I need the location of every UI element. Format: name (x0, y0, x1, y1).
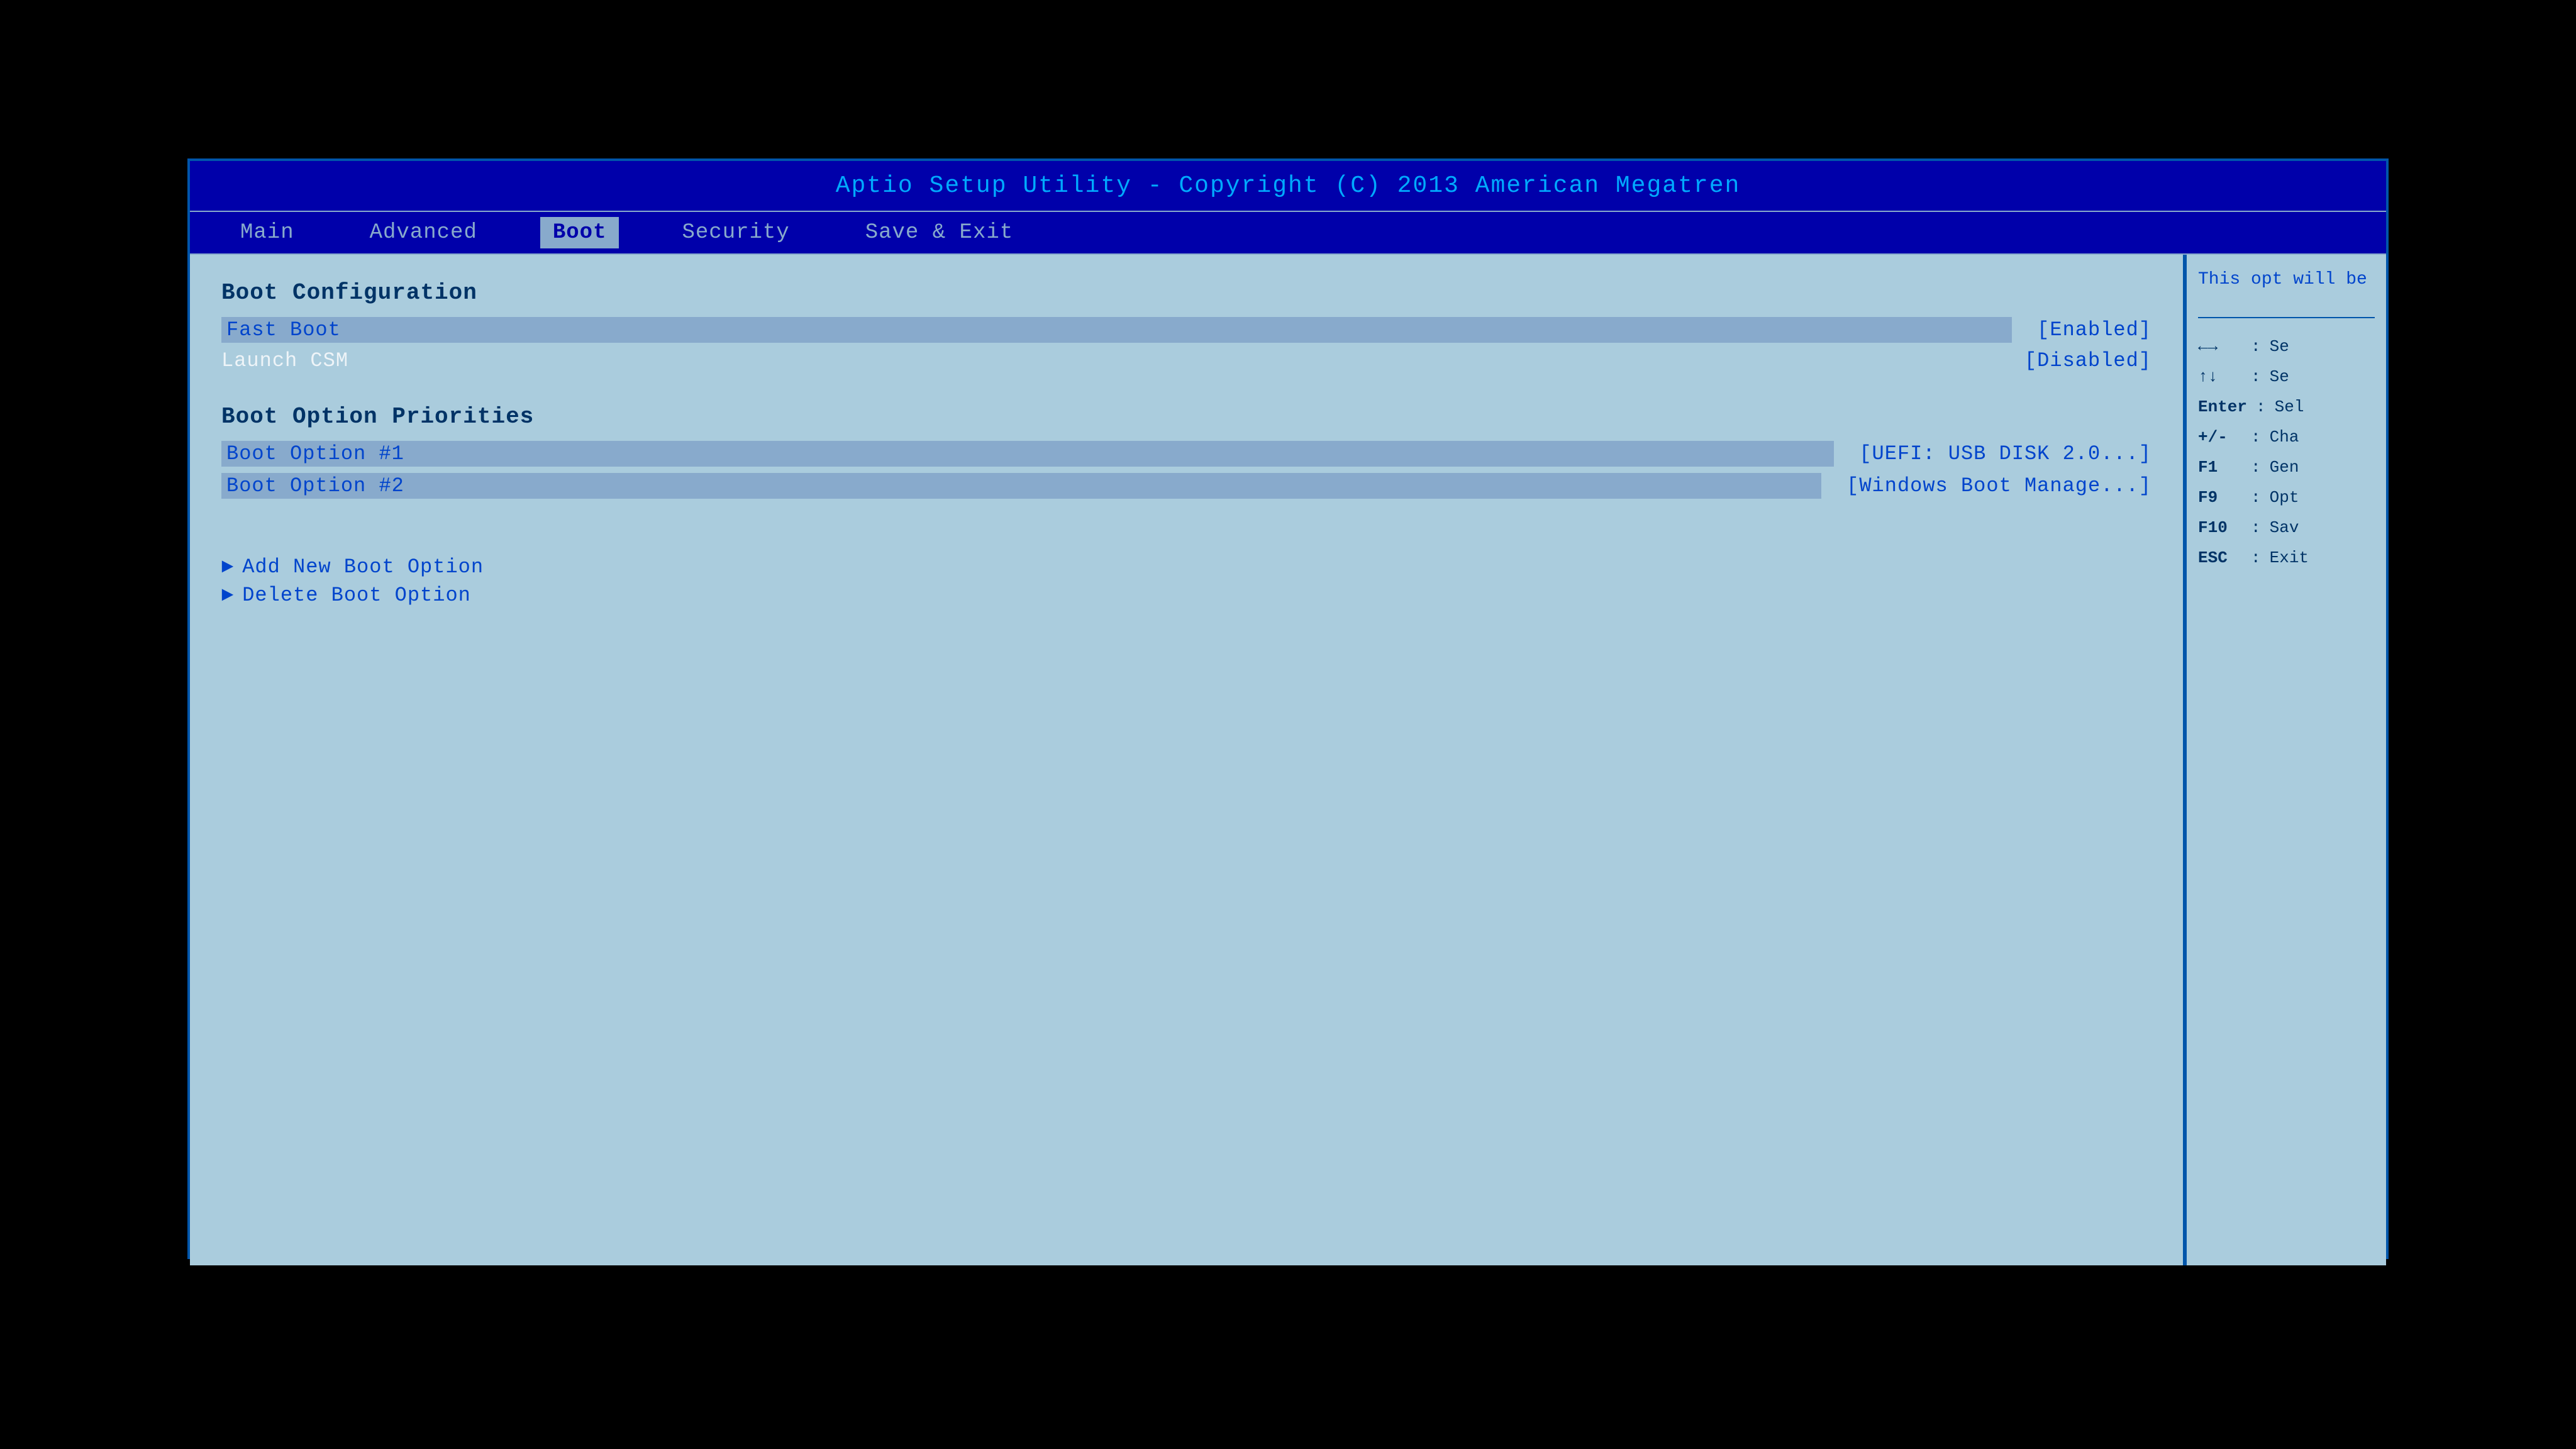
legend-row-1: ↑↓ : Se (2198, 367, 2375, 386)
boot-option2-row: Boot Option #2 [Windows Boot Manage...] (221, 473, 2151, 499)
gap3 (221, 530, 2151, 555)
legend-row-3: +/- : Cha (2198, 428, 2375, 447)
legend-sep-2: : (2256, 397, 2266, 416)
delete-boot-item[interactable]: ► Delete Boot Option (221, 584, 2151, 607)
help-text: This opt will be (2198, 267, 2375, 292)
section2-heading: Boot Option Priorities (221, 404, 2151, 430)
content-area: Boot Configuration Fast Boot [Enabled] L… (190, 255, 2386, 1265)
legend-key-3: +/- (2198, 428, 2242, 447)
right-panel-divider (2198, 317, 2375, 318)
legend-sep-5: : (2251, 488, 2261, 507)
launch-csm-value: [Disabled] (2024, 349, 2151, 372)
fast-boot-row: Fast Boot [Enabled] (221, 317, 2151, 343)
legend-row-7: ESC : Exit (2198, 548, 2375, 567)
legend-key-5: F9 (2198, 488, 2242, 507)
nav-tabs: Main Advanced Boot Security Save & Exit (190, 212, 2386, 255)
boot-option1-label[interactable]: Boot Option #1 (221, 441, 1834, 467)
legend-desc-0: Se (2270, 337, 2289, 356)
legend-desc-2: Sel (2275, 397, 2304, 416)
legend-sep-4: : (2251, 458, 2261, 477)
legend-row-5: F9 : Opt (2198, 488, 2375, 507)
bios-screen: Aptio Setup Utility - Copyright (C) 2013… (187, 158, 2389, 1259)
left-panel: Boot Configuration Fast Boot [Enabled] L… (190, 255, 2185, 1265)
launch-csm-label[interactable]: Launch CSM (221, 349, 1999, 372)
tab-main[interactable]: Main (228, 217, 307, 248)
legend-desc-6: Sav (2270, 518, 2299, 537)
boot-option2-label[interactable]: Boot Option #2 (221, 473, 1821, 499)
fast-boot-value: [Enabled] (2037, 318, 2151, 341)
tab-advanced[interactable]: Advanced (357, 217, 490, 248)
add-new-boot-item[interactable]: ► Add New Boot Option (221, 555, 2151, 579)
title-bar: Aptio Setup Utility - Copyright (C) 2013… (190, 161, 2386, 212)
delete-boot-arrow: ► (221, 584, 233, 607)
legend-sep-3: : (2251, 428, 2261, 447)
legend-key-7: ESC (2198, 548, 2242, 567)
boot-option1-value: [UEFI: USB DISK 2.0...] (1859, 442, 2151, 465)
tab-save-exit[interactable]: Save & Exit (853, 217, 1026, 248)
legend-key-0: ←→ (2198, 337, 2242, 356)
legend-key-1: ↑↓ (2198, 367, 2242, 386)
delete-boot-label: Delete Boot Option (242, 584, 471, 607)
legend-key-2: Enter (2198, 397, 2247, 416)
gap1 (221, 379, 2151, 404)
add-new-boot-arrow: ► (221, 555, 233, 579)
tab-boot[interactable]: Boot (540, 217, 619, 248)
legend-sep-0: : (2251, 337, 2261, 356)
gap2 (221, 505, 2151, 530)
legend-sep-1: : (2251, 367, 2261, 386)
legend-row-0: ←→ : Se (2198, 337, 2375, 356)
legend-sep-6: : (2251, 518, 2261, 537)
legend-row-6: F10 : Sav (2198, 518, 2375, 537)
legend-desc-1: Se (2270, 367, 2289, 386)
legend-desc-3: Cha (2270, 428, 2299, 447)
legend-row-2: Enter : Sel (2198, 397, 2375, 416)
legend-desc-4: Gen (2270, 458, 2299, 477)
legend-desc-7: Exit (2270, 548, 2309, 567)
screen-wrapper: Aptio Setup Utility - Copyright (C) 2013… (125, 127, 2451, 1322)
section1-heading: Boot Configuration (221, 280, 2151, 306)
legend-key-4: F1 (2198, 458, 2242, 477)
add-new-boot-label: Add New Boot Option (242, 555, 484, 579)
fast-boot-label[interactable]: Fast Boot (221, 317, 2012, 343)
boot-option1-row: Boot Option #1 [UEFI: USB DISK 2.0...] (221, 441, 2151, 467)
boot-option2-value: [Windows Boot Manage...] (1846, 474, 2151, 497)
legend-row-4: F1 : Gen (2198, 458, 2375, 477)
right-panel: This opt will be ←→ : Se ↑↓ : Se Enter :… (2185, 255, 2386, 1265)
launch-csm-row: Launch CSM [Disabled] (221, 349, 2151, 372)
legend-key-6: F10 (2198, 518, 2242, 537)
title-bar-text: Aptio Setup Utility - Copyright (C) 2013… (836, 172, 1741, 199)
legend-sep-7: : (2251, 548, 2261, 567)
tab-security[interactable]: Security (669, 217, 802, 248)
legend-desc-5: Opt (2270, 488, 2299, 507)
